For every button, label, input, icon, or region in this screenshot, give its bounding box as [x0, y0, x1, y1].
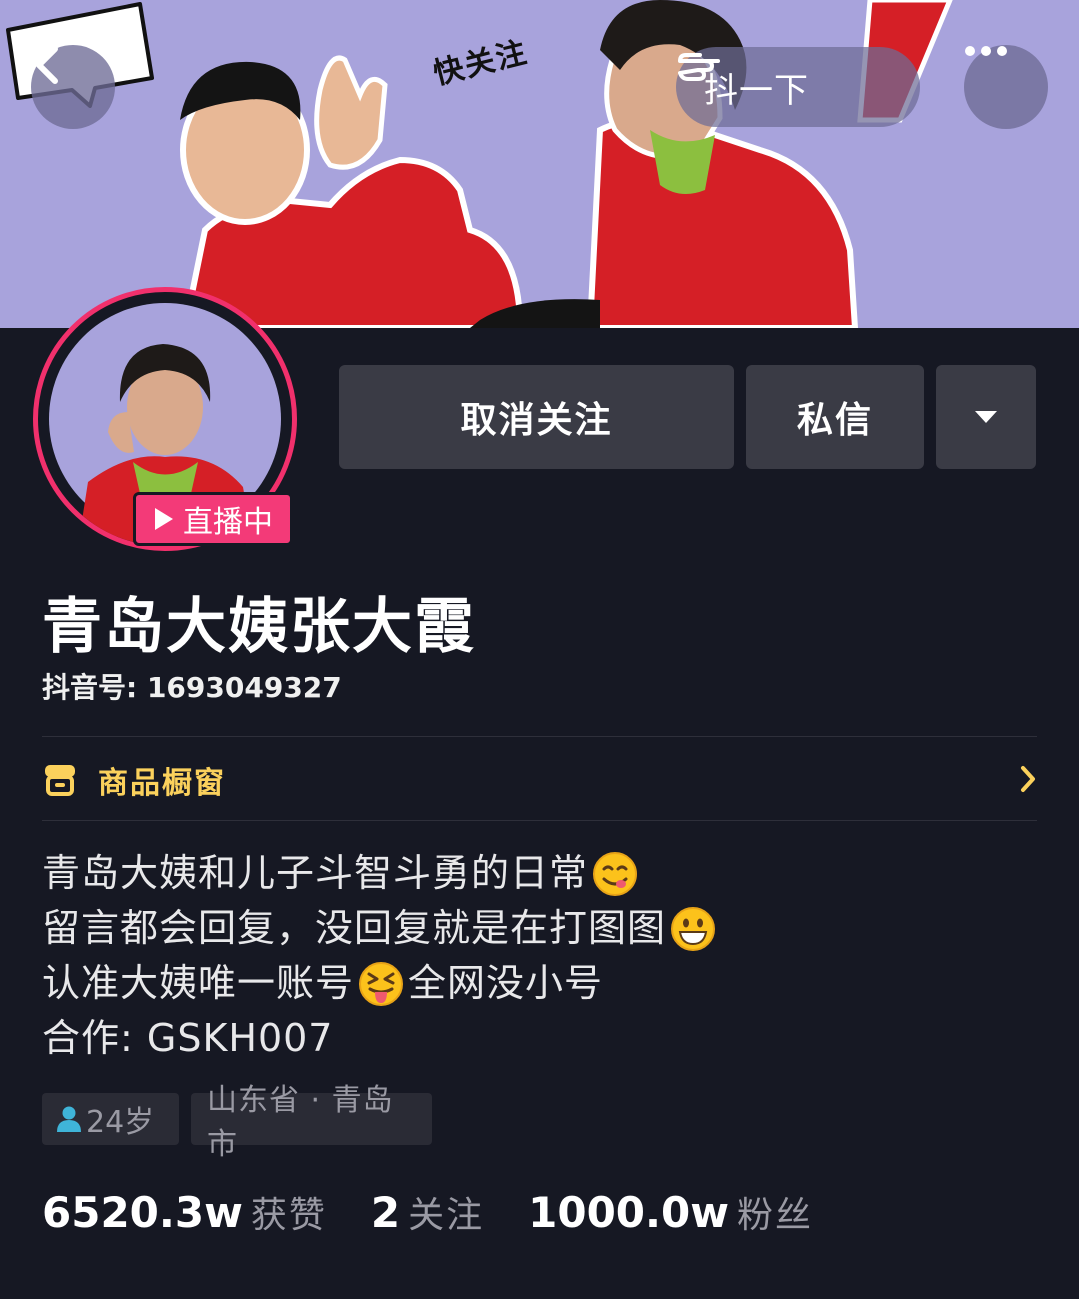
unfollow-button[interactable]: 取消关注 — [339, 365, 734, 469]
back-button[interactable] — [31, 45, 115, 129]
followers-count[interactable]: 1000.0w — [528, 1188, 729, 1237]
grin-emoji-icon — [671, 906, 716, 951]
shop-icon — [45, 765, 75, 796]
bio-line: 认准大姨唯一账号 全网没小号 — [42, 956, 720, 1011]
pointing-hand-icon — [678, 53, 720, 81]
bio-line-text: 认准大姨唯一账号 — [42, 961, 355, 1005]
profile-banner: 快关注 抖一下 — [0, 0, 1079, 328]
doudou-button[interactable]: 抖一下 — [676, 47, 920, 127]
dropdown-button[interactable] — [936, 365, 1036, 469]
message-button[interactable]: 私信 — [746, 365, 924, 469]
bio: 青岛大姨和儿子斗智斗勇的日常 留言都会回复，没回复就是在打图图 认准大姨唯一账号… — [42, 846, 720, 1066]
bio-line: 青岛大姨和儿子斗智斗勇的日常 — [42, 846, 720, 901]
stats-row: 6520.3w 获赞 2 关注 1000.0w 粉丝 — [42, 1186, 857, 1238]
yum-emoji-icon — [593, 851, 638, 896]
bio-line-text: 合作: GSKH007 — [42, 1016, 334, 1060]
bio-line: 留言都会回复，没回复就是在打图图 — [42, 901, 720, 956]
location-tag: 山东省 · 青岛市 — [191, 1083, 432, 1162]
following-label[interactable]: 关注 — [408, 1186, 484, 1238]
douyin-id: 抖音号: 1693049327 — [42, 671, 342, 704]
age-label: 24岁 — [86, 1105, 155, 1140]
profile-nickname: 青岛大姨张大霞 — [42, 592, 476, 662]
tongue-emoji-icon — [359, 961, 404, 1006]
likes-label: 获赞 — [250, 1195, 327, 1236]
bio-line-suffix: 全网没小号 — [408, 961, 604, 1005]
chevron-left-icon — [36, 46, 58, 84]
following-count[interactable]: 2 — [371, 1188, 400, 1237]
person-icon — [57, 1106, 81, 1132]
bio-line: 合作: GSKH007 — [42, 1011, 720, 1066]
live-badge[interactable]: 直播中 — [133, 492, 293, 546]
more-dots-icon — [965, 46, 1007, 56]
age-tag: 24岁 — [42, 1093, 179, 1145]
caret-down-icon — [975, 411, 997, 423]
bio-line-text: 青岛大姨和儿子斗智斗勇的日常 — [42, 851, 589, 895]
live-badge-label: 直播中 — [183, 505, 273, 540]
bio-line-text: 留言都会回复，没回复就是在打图图 — [42, 906, 667, 950]
chevron-right-icon — [1021, 766, 1035, 792]
play-icon — [155, 508, 173, 530]
banner-illustration — [180, 0, 953, 328]
more-options-button[interactable] — [964, 45, 1048, 129]
product-showcase-row[interactable]: 商品橱窗 — [42, 740, 1037, 820]
followers-label[interactable]: 粉丝 — [737, 1186, 813, 1238]
divider — [42, 736, 1037, 737]
product-showcase-label: 商品橱窗 — [98, 766, 226, 801]
divider — [42, 820, 1037, 821]
likes-count: 6520.3w — [42, 1188, 243, 1237]
